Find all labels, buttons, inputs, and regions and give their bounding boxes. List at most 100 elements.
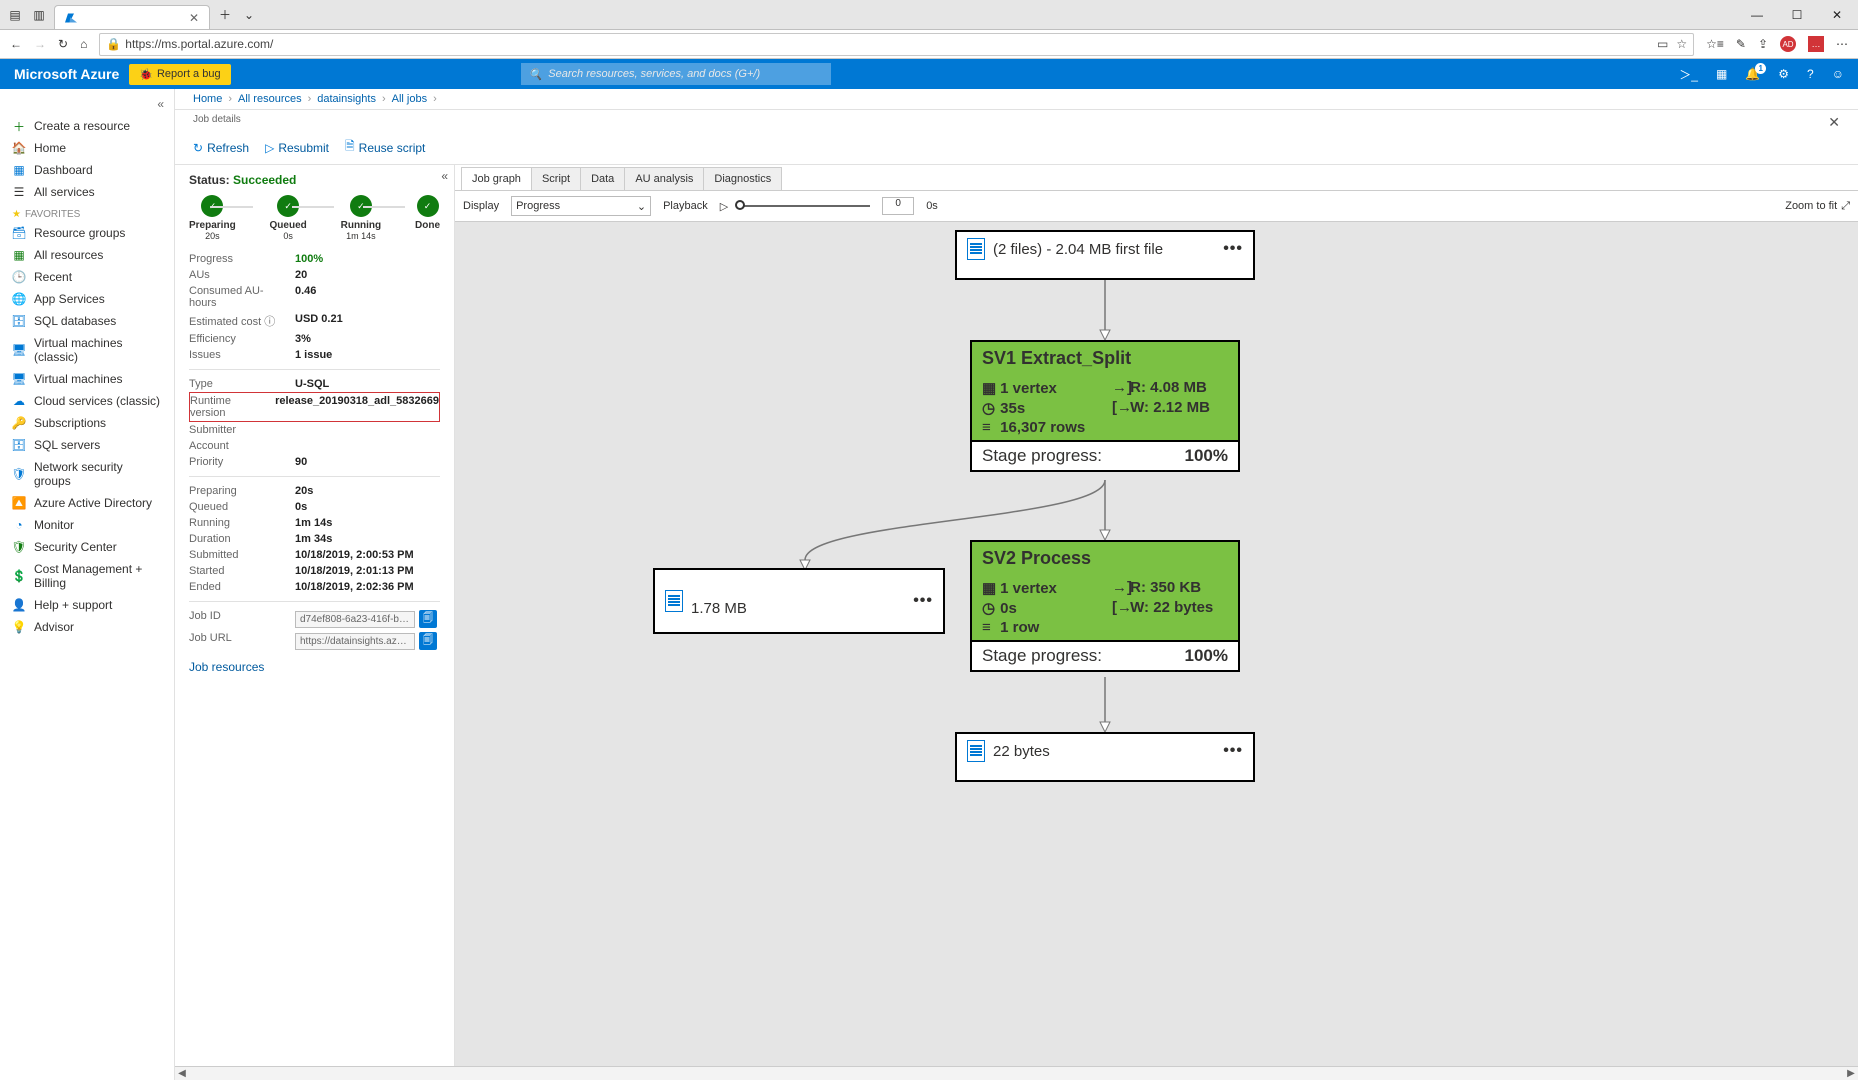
sidebar-item-help-support[interactable]: 👤Help + support	[0, 594, 174, 616]
report-bug-button[interactable]: 🐞 Report a bug	[129, 64, 230, 85]
expand-icon[interactable]: ⤢	[1841, 200, 1850, 213]
playback-slider[interactable]	[740, 205, 870, 207]
node-menu-icon[interactable]: •••	[913, 592, 933, 610]
address-bar[interactable]: 🔒 https://ms.portal.azure.com/ ▭ ☆	[99, 33, 1694, 56]
copy-jobid-button[interactable]: 🗐	[419, 610, 437, 628]
node-sv2[interactable]: SV2 Process ▦ 1 vertex →] R: 350 KB ◷ 0s…	[970, 540, 1240, 672]
sidebar-collapse-icon[interactable]: «	[0, 97, 174, 115]
sidebar-create-resource[interactable]: ＋Create a resource	[0, 115, 174, 137]
sidebar-item-monitor[interactable]: ◔Monitor	[0, 514, 174, 536]
scroll-left-icon[interactable]: ◀	[175, 1068, 189, 1079]
reuse-script-button[interactable]: 🗎Reuse script	[345, 137, 425, 158]
search-input[interactable]: 🔍 Search resources, services, and docs (…	[521, 63, 831, 85]
file-icon	[967, 740, 985, 762]
sidebar-dashboard[interactable]: ▦Dashboard	[0, 159, 174, 181]
node-mid-file[interactable]: 1.78 MB •••	[653, 568, 945, 634]
notifications-icon[interactable]: 🔔1	[1745, 67, 1760, 81]
crumb-alljobs[interactable]: All jobs	[392, 93, 427, 105]
sidebar-item-sql-servers[interactable]: 🗄SQL servers	[0, 434, 174, 456]
tab-data[interactable]: Data	[581, 168, 625, 190]
playback-value-input[interactable]: 0	[882, 197, 914, 215]
resubmit-button[interactable]: ▷Resubmit	[265, 141, 329, 155]
back-icon[interactable]: ←	[10, 37, 22, 51]
play-icon: ▷	[265, 141, 274, 155]
node-menu-icon[interactable]: •••	[1223, 742, 1243, 760]
sidebar-item-all-resources[interactable]: ▦All resources	[0, 244, 174, 266]
stage-queued: ✓Queued0s	[270, 195, 307, 241]
scroll-right-icon[interactable]: ▶	[1844, 1068, 1858, 1079]
tab-job-graph[interactable]: Job graph	[462, 168, 532, 190]
sidebar-all-services[interactable]: ☰All services	[0, 181, 174, 203]
notes-icon[interactable]: ✎	[1736, 37, 1746, 51]
kv-row: Estimated cost ⓘUSD 0.21	[189, 311, 440, 331]
brand-text[interactable]: Microsoft Azure	[14, 66, 119, 82]
feedback-icon[interactable]: ☺	[1832, 67, 1844, 81]
refresh-icon[interactable]: ↻	[58, 37, 68, 51]
content-area: Home› All resources› datainsights› All j…	[175, 89, 1858, 1080]
ext1-icon[interactable]: AD	[1780, 36, 1796, 52]
horizontal-scrollbar[interactable]: ◀ ▶	[175, 1066, 1858, 1080]
job-url-field[interactable]: https://datainsights.azure...	[295, 633, 415, 650]
tab-close-icon[interactable]: ✕	[189, 11, 199, 25]
job-resources-link[interactable]: Job resources	[189, 652, 264, 682]
favorite-icon[interactable]: ☆	[1676, 37, 1687, 51]
zoom-to-fit-button[interactable]: Zoom to fit	[1785, 200, 1837, 212]
sidebar-item-virtual-machines[interactable]: 🖥Virtual machines	[0, 368, 174, 390]
refresh-button[interactable]: ↻Refresh	[193, 141, 249, 155]
sidebar-item-subscriptions[interactable]: 🔑Subscriptions	[0, 412, 174, 434]
tab-au-analysis[interactable]: AU analysis	[625, 168, 704, 190]
window-list-icon[interactable]: ▤	[6, 6, 24, 24]
sidebar-home[interactable]: 🏠Home	[0, 137, 174, 159]
tab-script[interactable]: Script	[532, 168, 581, 190]
tab-actions-icon[interactable]: ▥	[30, 6, 48, 24]
sidebar-item-security-center[interactable]: 🛡Security Center	[0, 536, 174, 558]
home-icon[interactable]: ⌂	[80, 37, 87, 51]
write-icon: [→	[1112, 599, 1126, 616]
tab-diagnostics[interactable]: Diagnostics	[704, 168, 781, 190]
close-blade-icon[interactable]: ✕	[1828, 114, 1840, 131]
reading-view-icon[interactable]: ▭	[1657, 37, 1668, 51]
fav-icon: 🗄	[12, 314, 26, 328]
directory-icon[interactable]: ▦	[1716, 67, 1727, 81]
sidebar-item-resource-groups[interactable]: 🗃Resource groups	[0, 222, 174, 244]
tab-menu-icon[interactable]: ⌄	[240, 6, 258, 24]
sidebar-item-advisor[interactable]: 💡Advisor	[0, 616, 174, 638]
minimize-icon[interactable]: —	[1742, 5, 1772, 25]
favorites-bar-icon[interactable]: ☆≡	[1706, 37, 1724, 51]
node-input-files[interactable]: (2 files) - 2.04 MB first file •••	[955, 230, 1255, 280]
sidebar-item-cost-management-billing[interactable]: 💲Cost Management + Billing	[0, 558, 174, 594]
sidebar-item-sql-databases[interactable]: 🗄SQL databases	[0, 310, 174, 332]
settings-icon[interactable]: ⚙	[1778, 67, 1789, 81]
display-select[interactable]: Progress⌄	[511, 196, 651, 216]
more-icon[interactable]: ⋯	[1836, 37, 1848, 51]
sidebar-item-azure-active-directory[interactable]: 🔼Azure Active Directory	[0, 492, 174, 514]
sidebar-item-recent[interactable]: 🕒Recent	[0, 266, 174, 288]
help-icon[interactable]: ?	[1807, 67, 1814, 81]
crumb-home[interactable]: Home	[193, 93, 222, 105]
summary-collapse-icon[interactable]: «	[441, 169, 448, 183]
playback-play-icon[interactable]: ▷	[720, 200, 728, 213]
crumb-datainsights[interactable]: datainsights	[317, 93, 376, 105]
fav-icon: 🔑	[12, 416, 26, 430]
copy-joburl-button[interactable]: 🗐	[419, 632, 437, 650]
maximize-icon[interactable]: ☐	[1782, 5, 1812, 25]
sidebar-item-cloud-services-classic-[interactable]: ☁Cloud services (classic)	[0, 390, 174, 412]
playback-label: Playback	[663, 200, 708, 212]
node-menu-icon[interactable]: •••	[1223, 240, 1243, 258]
close-window-icon[interactable]: ✕	[1822, 5, 1852, 25]
sidebar-item-virtual-machines-classic-[interactable]: 🖥Virtual machines (classic)	[0, 332, 174, 368]
job-id-field[interactable]: d74ef808-6a23-416f-b185...	[295, 611, 415, 628]
crumb-allresources[interactable]: All resources	[238, 93, 302, 105]
node-sv1[interactable]: SV1 Extract_Split ▦ 1 vertex →] R: 4.08 …	[970, 340, 1240, 472]
forward-icon[interactable]: →	[34, 37, 46, 51]
node-output-file[interactable]: 22 bytes •••	[955, 732, 1255, 782]
sidebar-item-app-services[interactable]: 🌐App Services	[0, 288, 174, 310]
sidebar-item-network-security-groups[interactable]: 🛡Network security groups	[0, 456, 174, 492]
graph-canvas[interactable]: (2 files) - 2.04 MB first file ••• SV1 E…	[455, 222, 1858, 1080]
ext2-icon[interactable]: …	[1808, 36, 1824, 52]
cloud-shell-icon[interactable]: ＞_	[1679, 66, 1698, 83]
share-icon[interactable]: ⇪	[1758, 37, 1768, 51]
fav-icon: 🌐	[12, 292, 26, 306]
new-tab-icon[interactable]: ＋	[216, 6, 234, 24]
browser-tab[interactable]: ✕	[54, 5, 210, 29]
